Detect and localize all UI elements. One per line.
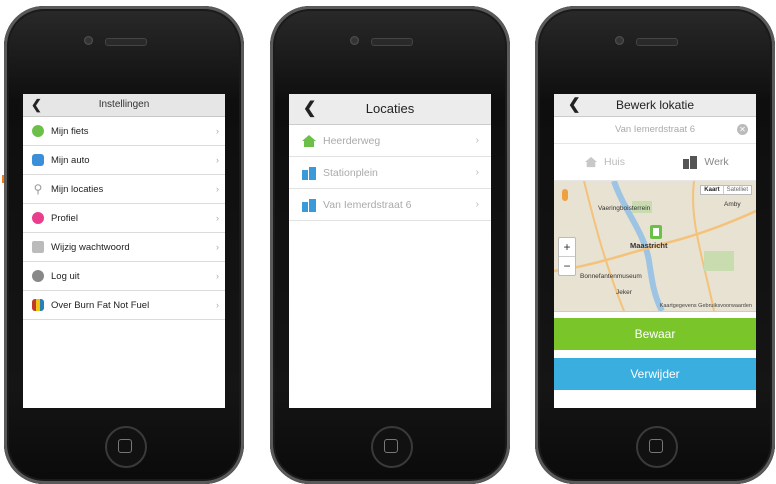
map-city-label: Maastricht bbox=[630, 241, 668, 250]
address-field[interactable]: Van Iemerdstraat 6 ✕ bbox=[554, 117, 756, 144]
map-label: Bonnefantenmuseum bbox=[580, 273, 642, 280]
phone-locations: ❮ Locaties Heerderweg › Stationplein › V… bbox=[270, 6, 510, 484]
map-label: Amby bbox=[724, 201, 741, 208]
lock-icon bbox=[32, 241, 44, 253]
type-home-button[interactable]: Huis bbox=[554, 144, 655, 180]
map-label: Vaeringboisterrein bbox=[598, 205, 651, 212]
speaker-grille bbox=[105, 38, 147, 46]
chevron-right-icon: › bbox=[216, 213, 219, 223]
chevron-right-icon: › bbox=[216, 126, 219, 136]
building-icon bbox=[683, 156, 698, 169]
settings-item-label: Mijn auto bbox=[51, 154, 90, 166]
close-circle-icon bbox=[32, 270, 44, 282]
profile-icon bbox=[32, 212, 44, 224]
zoom-control: + − bbox=[558, 237, 576, 276]
chevron-right-icon: › bbox=[475, 167, 479, 178]
settings-item-label: Wijzig wachtwoord bbox=[51, 241, 130, 253]
building-icon bbox=[302, 198, 316, 212]
locations-header: ❮ Locaties bbox=[289, 94, 491, 125]
zoom-out-icon[interactable]: − bbox=[559, 256, 575, 275]
map-label: Jeker bbox=[616, 289, 632, 296]
home-icon bbox=[584, 156, 597, 168]
type-work-label: Werk bbox=[704, 156, 729, 168]
map-type-satelliet[interactable]: Satelliet bbox=[722, 186, 751, 194]
settings-item-mijn-auto[interactable]: Mijn auto › bbox=[23, 146, 225, 175]
map-type-kaart[interactable]: Kaart bbox=[701, 186, 722, 194]
location-item-label: Heerderweg bbox=[323, 134, 381, 147]
settings-item-label: Mijn fiets bbox=[51, 125, 89, 137]
location-item-stationplein[interactable]: Stationplein › bbox=[289, 157, 491, 189]
settings-item-mijn-fiets[interactable]: Mijn fiets › bbox=[23, 117, 225, 146]
type-work-button[interactable]: Werk bbox=[655, 144, 756, 180]
home-button[interactable] bbox=[105, 426, 147, 468]
location-item-heerderweg[interactable]: Heerderweg › bbox=[289, 125, 491, 157]
address-value: Van Iemerdstraat 6 bbox=[614, 124, 696, 135]
settings-item-profiel[interactable]: Profiel › bbox=[23, 204, 225, 233]
location-map[interactable]: Vaeringboisterrein Maastricht Bonnefante… bbox=[554, 181, 756, 312]
back-icon[interactable]: ❮ bbox=[303, 94, 316, 124]
home-button[interactable] bbox=[371, 426, 413, 468]
save-button[interactable]: Bewaar bbox=[554, 318, 756, 350]
pegman-icon[interactable] bbox=[562, 189, 568, 201]
location-item-label: Stationplein bbox=[323, 166, 378, 179]
chevron-right-icon: › bbox=[475, 135, 479, 146]
page-title: Bewerk lokatie bbox=[615, 98, 695, 112]
chevron-right-icon: › bbox=[216, 242, 219, 252]
camera-icon bbox=[350, 36, 359, 45]
bike-icon bbox=[32, 125, 44, 137]
location-item-label: Van Iemerdstraat 6 bbox=[323, 198, 412, 211]
settings-item-mijn-locaties[interactable]: ⚲ Mijn locaties › bbox=[23, 175, 225, 204]
chevron-right-icon: › bbox=[216, 300, 219, 310]
edit-location-screen: ❮ Bewerk lokatie Van Iemerdstraat 6 ✕ Hu… bbox=[554, 94, 756, 408]
type-home-label: Huis bbox=[603, 156, 625, 168]
home-button[interactable] bbox=[636, 426, 678, 468]
zoom-in-icon[interactable]: + bbox=[559, 238, 575, 256]
page-title: Instellingen bbox=[98, 99, 150, 110]
settings-item-log-uit[interactable]: Log uit › bbox=[23, 262, 225, 291]
settings-item-label: Over Burn Fat Not Fuel bbox=[51, 299, 150, 311]
back-icon[interactable]: ❮ bbox=[568, 94, 581, 116]
speaker-grille bbox=[371, 38, 413, 46]
edit-header: ❮ Bewerk lokatie bbox=[554, 94, 756, 117]
location-item-van-iemerdstraat[interactable]: Van Iemerdstraat 6 › bbox=[289, 189, 491, 221]
settings-item-label: Log uit bbox=[51, 270, 80, 282]
location-type-selector: Huis Werk bbox=[554, 144, 756, 181]
chevron-right-icon: › bbox=[216, 271, 219, 281]
chevron-right-icon: › bbox=[216, 184, 219, 194]
back-icon[interactable]: ❮ bbox=[31, 94, 42, 116]
delete-button[interactable]: Verwijder bbox=[554, 358, 756, 390]
speaker-grille bbox=[636, 38, 678, 46]
car-icon bbox=[32, 154, 44, 166]
locations-screen: ❮ Locaties Heerderweg › Stationplein › V… bbox=[289, 94, 491, 408]
map-footer: Kaartgegevens Gebruiksvoorwaarden bbox=[659, 303, 752, 309]
page-title: Locaties bbox=[365, 101, 415, 116]
location-pin-icon: ⚲ bbox=[33, 182, 43, 196]
settings-screen: ❮ Instellingen Mijn fiets › Mijn auto › … bbox=[23, 94, 225, 408]
home-icon bbox=[302, 134, 316, 147]
phone-edit-location: ❮ Bewerk lokatie Van Iemerdstraat 6 ✕ Hu… bbox=[535, 6, 775, 484]
clear-icon[interactable]: ✕ bbox=[737, 124, 748, 135]
phone-settings: ❮ Instellingen Mijn fiets › Mijn auto › … bbox=[4, 6, 244, 484]
building-icon bbox=[302, 166, 316, 180]
chevron-right-icon: › bbox=[475, 199, 479, 210]
camera-icon bbox=[84, 36, 93, 45]
settings-item-label: Profiel bbox=[51, 212, 78, 224]
chevron-right-icon: › bbox=[216, 155, 219, 165]
camera-icon bbox=[615, 36, 624, 45]
map-type-toggle: Kaart Satelliet bbox=[700, 185, 752, 195]
settings-item-wijzig-wachtwoord[interactable]: Wijzig wachtwoord › bbox=[23, 233, 225, 262]
settings-header: ❮ Instellingen bbox=[23, 94, 225, 117]
app-logo-icon bbox=[32, 299, 44, 311]
settings-item-label: Mijn locaties bbox=[51, 183, 104, 195]
settings-item-over[interactable]: Over Burn Fat Not Fuel › bbox=[23, 291, 225, 320]
